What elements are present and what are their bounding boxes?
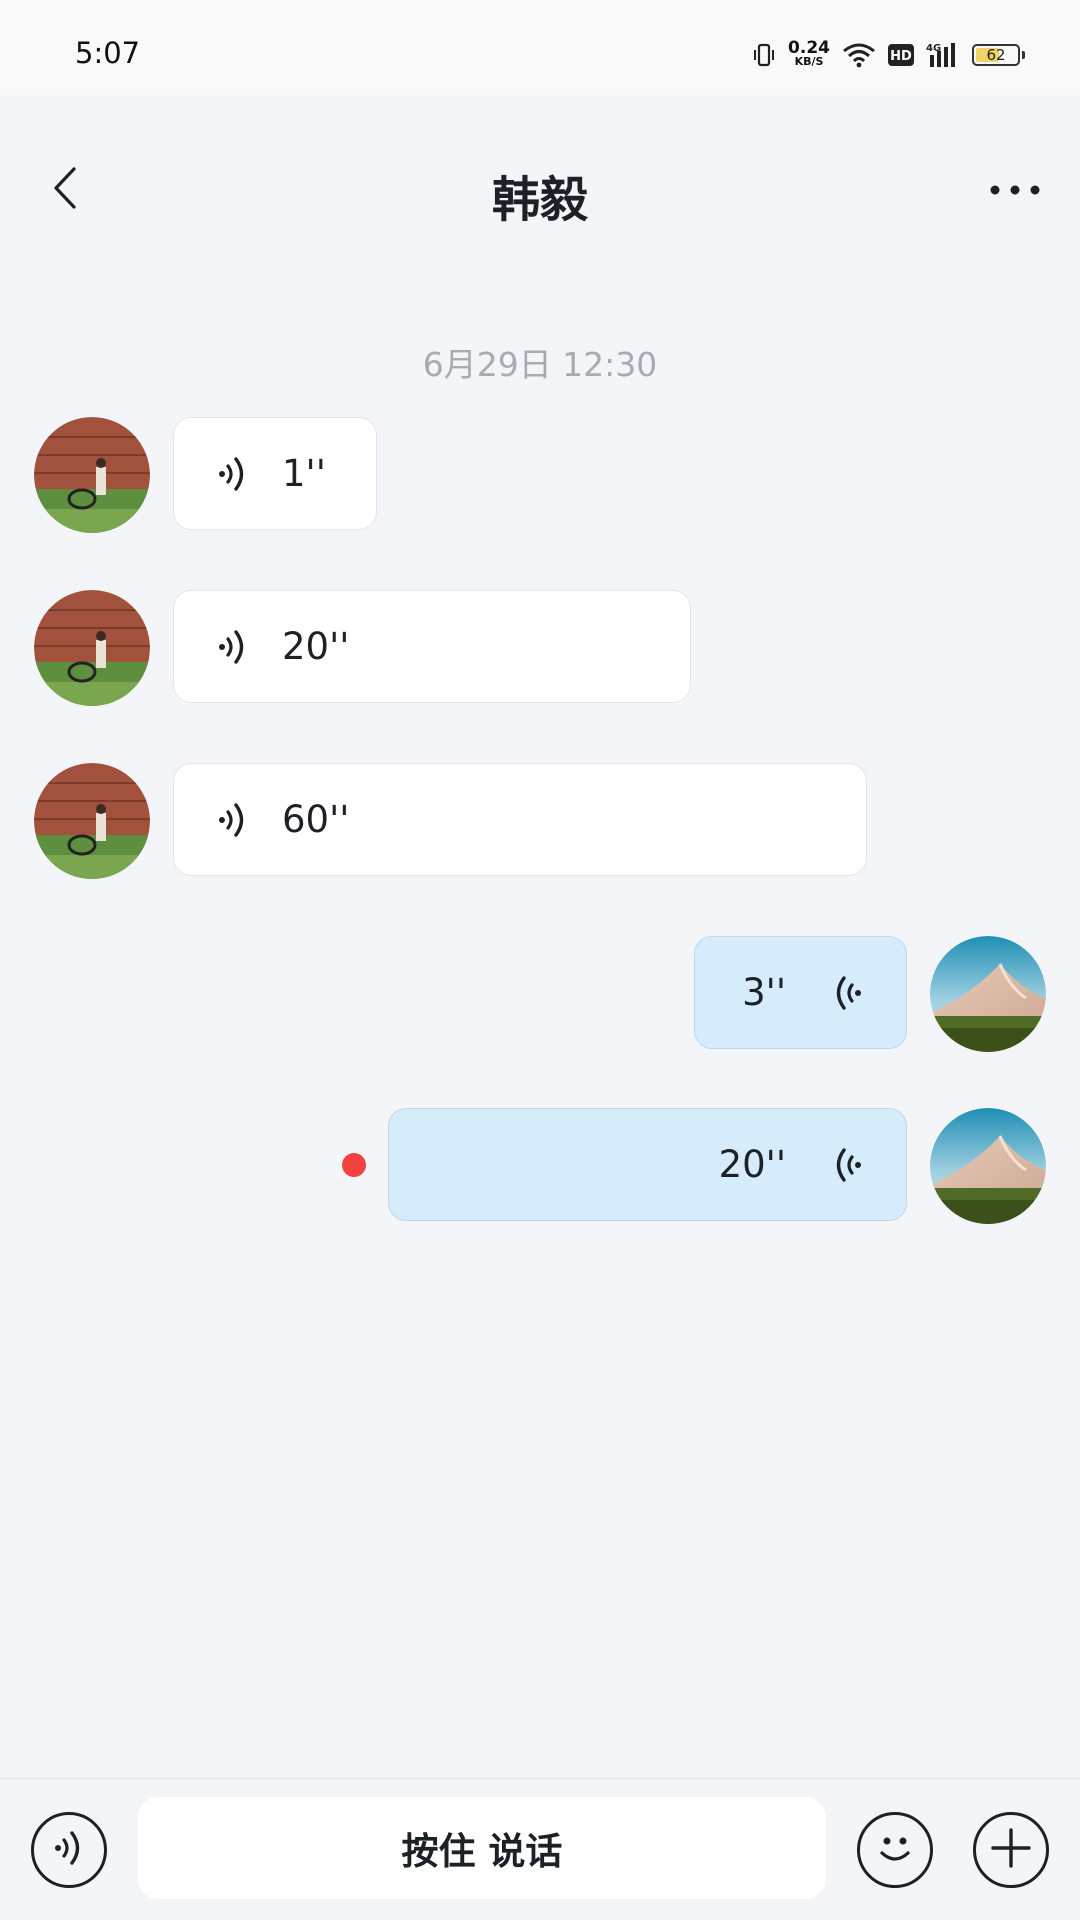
voice-wave-icon [214,452,254,496]
input-bar: 按住 说话 [0,1778,1080,1920]
voice-wave-icon [826,1143,866,1187]
contact-avatar[interactable] [34,590,150,706]
chat-title: 韩毅 [491,172,588,228]
emoji-button[interactable] [857,1812,933,1888]
signal-icon: 4G [926,41,960,69]
voice-wave-icon [214,625,254,669]
svg-text:HD: HD [890,49,912,64]
voice-message-bubble[interactable]: 1'' [173,417,377,530]
voice-message-bubble[interactable]: 20'' [173,590,691,703]
my-avatar[interactable] [930,1108,1046,1224]
voice-duration: 20'' [282,625,350,668]
vibrate-icon [752,42,776,68]
plus-button[interactable] [973,1812,1049,1888]
voice-duration: 1'' [282,452,326,495]
voice-duration: 60'' [282,798,350,841]
unread-dot [342,1153,366,1177]
voice-message-bubble[interactable]: 20'' [388,1108,907,1221]
status-bar: 5:07 0.24 KB/S HD 4G 62 [0,0,1080,95]
more-button[interactable] [985,170,1045,210]
my-avatar[interactable] [930,936,1046,1052]
voice-toggle-button[interactable] [31,1812,107,1888]
status-time: 5:07 [75,36,141,70]
contact-avatar[interactable] [34,417,150,533]
voice-duration: 3'' [742,971,786,1014]
wifi-icon [842,42,876,68]
voice-wave-icon [826,971,866,1015]
voice-message-bubble[interactable]: 60'' [173,763,867,876]
network-speed: 0.24 KB/S [788,38,830,69]
hd-icon: HD [888,44,914,66]
voice-message-bubble[interactable]: 3'' [694,936,907,1049]
chat-timestamp: 6月29日 12:30 [422,345,658,384]
hold-to-talk-button[interactable]: 按住 说话 [138,1797,826,1899]
emoji-icon [870,1823,920,1877]
more-horizontal-icon [989,181,1041,200]
voice-wave-icon [214,798,254,842]
status-icons: 0.24 KB/S HD 4G 62 [752,38,1025,72]
voice-duration: 20'' [718,1143,786,1186]
plus-icon [989,1826,1033,1874]
voice-toggle-icon [51,1828,87,1872]
contact-avatar[interactable] [34,763,150,879]
battery-icon: 62 [972,44,1025,66]
